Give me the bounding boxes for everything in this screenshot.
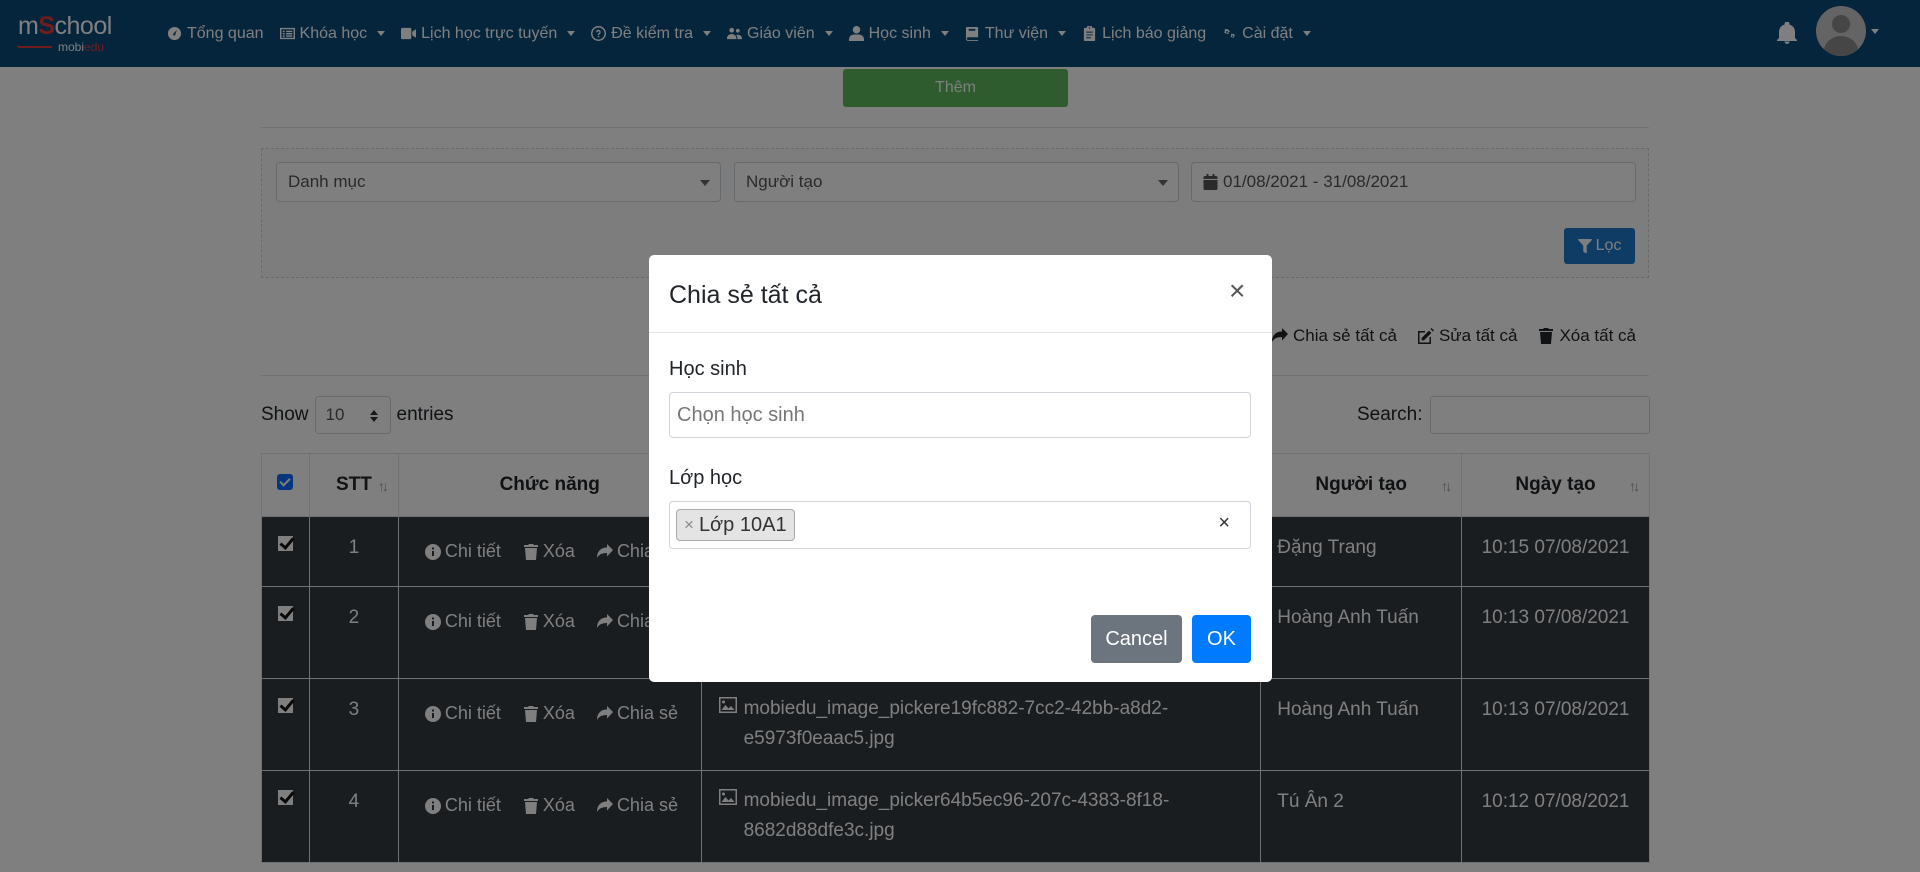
clear-selection-icon[interactable]: × (1218, 512, 1230, 535)
ok-button[interactable]: OK (1192, 615, 1251, 663)
student-select[interactable]: Chọn học sinh (669, 392, 1251, 438)
class-tag-label: Lớp 10A1 (698, 513, 787, 536)
cancel-button[interactable]: Cancel (1091, 615, 1182, 663)
modal-header: Chia sẻ tất cả × (649, 255, 1272, 333)
class-tag: × Lớp 10A1 (676, 509, 795, 541)
share-all-modal: Chia sẻ tất cả × Học sinh Chọn học sinh … (649, 255, 1272, 682)
student-label: Học sinh (669, 358, 747, 380)
class-label: Lớp học (669, 467, 743, 489)
modal-title: Chia sẻ tất cả (669, 281, 822, 309)
remove-tag-icon[interactable]: × (684, 515, 694, 535)
student-select-placeholder: Chọn học sinh (677, 403, 805, 426)
close-icon[interactable]: × (1229, 277, 1245, 305)
class-select[interactable]: × Lớp 10A1 × (669, 501, 1251, 549)
